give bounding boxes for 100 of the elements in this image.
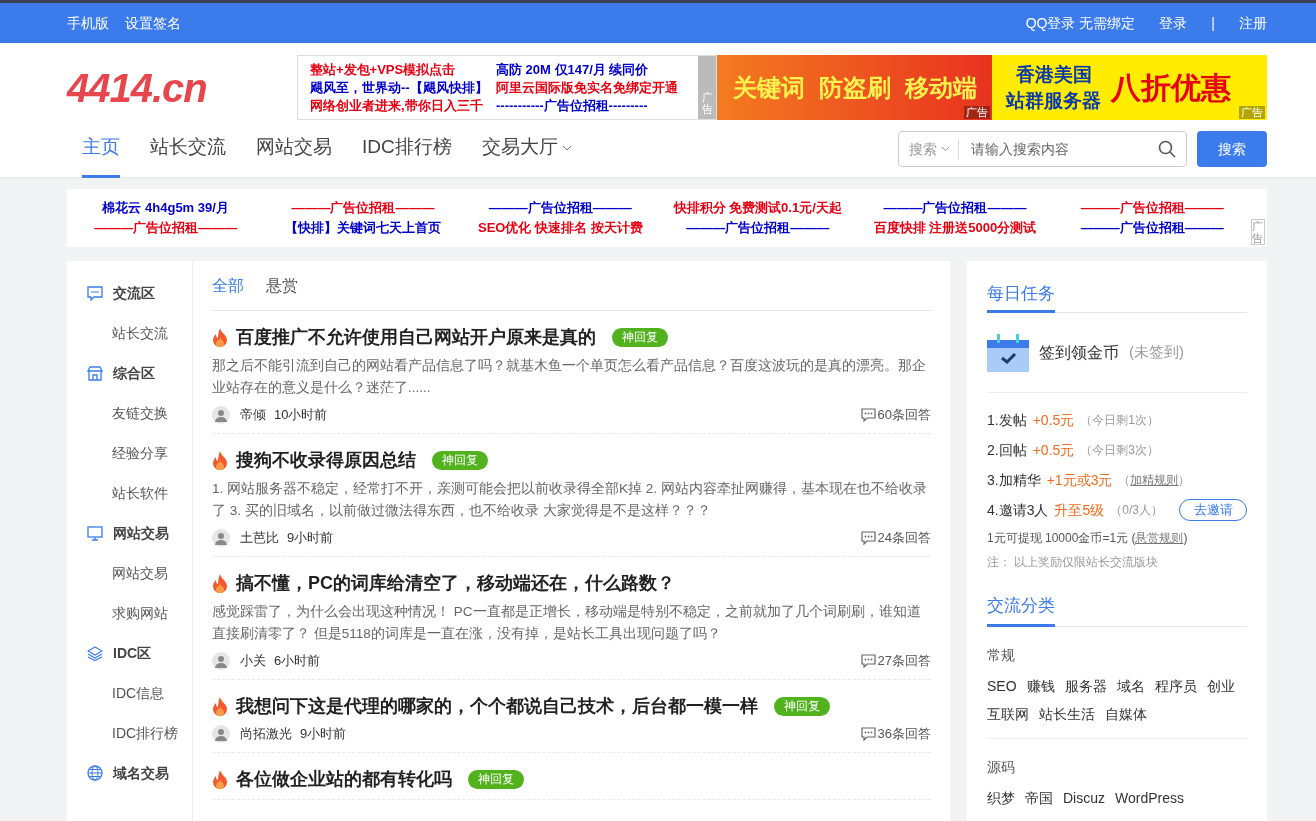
store-icon[interactable] (87, 365, 103, 381)
sidebar-item[interactable]: 求购网站 (112, 602, 168, 624)
nav-tab[interactable]: 网站交易 (256, 120, 332, 178)
ad-text[interactable]: 棉花云 4h4g5m 39/月 (102, 198, 229, 218)
flame-icon (212, 327, 228, 347)
ad-text[interactable]: -----------广告位招租--------- (496, 96, 696, 115)
banner-text: 八折优惠 (1111, 70, 1231, 106)
category-tag[interactable]: WordPress (1115, 784, 1184, 812)
category-tag[interactable]: 创业 (1206, 672, 1235, 700)
author-name[interactable]: 土芭比 (240, 528, 279, 548)
globe-icon[interactable] (87, 765, 103, 781)
ad-text[interactable]: 阿里云国际版免实名免绑定开通 (496, 78, 696, 97)
task-reward: +1元或3元 (1046, 470, 1113, 490)
avatar[interactable] (212, 725, 230, 743)
post-time: 6小时前 (274, 652, 321, 671)
ad-text[interactable]: ———广告位招租——— (883, 198, 1027, 218)
task-reward: +0.5元 (1032, 410, 1075, 430)
ad-text[interactable]: 高防 20M 仅147/月 续同价 (496, 60, 696, 79)
sidebar-section[interactable]: 综合区 (113, 362, 155, 384)
sidebar-item[interactable]: 网站交易 (112, 562, 168, 584)
category-tag[interactable]: 互联网 (987, 700, 1029, 728)
chat-icon[interactable] (87, 285, 103, 301)
ad-text[interactable]: 整站+发包+VPS模拟点击 (310, 60, 496, 79)
monitor-icon[interactable] (87, 525, 103, 541)
rule-link[interactable]: 加精规则 (1130, 473, 1179, 487)
ad-text[interactable]: 网络创业者进来,带你日入三千 (310, 96, 496, 115)
ad-text[interactable]: 快排积分 免费测试0.1元/天起 (673, 198, 842, 218)
avatar[interactable] (212, 652, 230, 670)
avatar[interactable] (212, 529, 230, 547)
category-tag[interactable]: 服务器 (1064, 672, 1107, 700)
ad-text[interactable]: 【快排】关键词七天上首页 (285, 218, 441, 238)
badge: 神回复 (432, 450, 488, 470)
text-ad[interactable]: 整站+发包+VPS模拟点击 飓风至，世界动--【飓风快排】 网络创业者进来,带你日入三千 高防 20M 仅147/月 续同价 阿里云国际版免实名免绑定开通 -----------广告位招租--------- 广告 (297, 55, 717, 120)
ad-banner[interactable]: 关键词 防盗刷 移动端 广告 (717, 55, 992, 120)
top-link[interactable]: 手机版 (67, 12, 109, 34)
checkin-status: (未签到) (1129, 342, 1184, 363)
sidebar-item[interactable]: 站长交流 (112, 322, 168, 344)
nav-tab[interactable]: IDC排行榜 (362, 120, 452, 178)
ad-text[interactable]: SEO优化 快速排名 按天计费 (477, 218, 643, 238)
top-link[interactable]: 注册 (1239, 12, 1267, 34)
note-text: ) (1183, 531, 1188, 545)
top-link[interactable]: 设置签名 (125, 12, 181, 34)
feed-tab[interactable]: 全部 (212, 261, 244, 310)
search-button[interactable]: 搜索 (1197, 131, 1267, 167)
author-name[interactable]: 尚拓激光 (240, 724, 292, 744)
feed-tab[interactable]: 悬赏 (266, 261, 298, 310)
banner-text: 关键词 (732, 72, 805, 103)
top-link[interactable]: 登录 (1159, 12, 1188, 34)
nav-tab[interactable]: 站长交流 (150, 120, 226, 178)
ad-text[interactable]: ———广告位招租——— (686, 218, 830, 238)
checkin-link[interactable]: 签到领金币 (1039, 340, 1119, 365)
sidebar-section[interactable]: 域名交易 (113, 762, 169, 784)
ad-text[interactable]: 百度快排 注册送5000分测试 (873, 218, 1037, 238)
ad-text[interactable]: ———广告位招租——— (488, 198, 632, 218)
comment-icon (860, 408, 876, 422)
layers-icon[interactable] (87, 645, 103, 661)
post-title[interactable]: 我想问下这是代理的哪家的，个个都说自己技术，后台都一模一样 (236, 692, 758, 720)
comment-icon (860, 654, 876, 668)
category-tag[interactable]: 域名 (1116, 672, 1145, 700)
category-tag[interactable]: 织梦 (987, 784, 1015, 812)
top-link[interactable]: QQ登录 无需绑定 (1025, 12, 1136, 34)
nav-tab[interactable]: 交易大厅 (481, 120, 572, 178)
category-tag[interactable]: SEO (987, 672, 1017, 700)
sidebar-section[interactable]: 交流区 (113, 282, 155, 304)
rule-link[interactable]: 悬赏规则 (1135, 531, 1184, 545)
category-tag[interactable]: 自媒体 (1105, 700, 1147, 728)
note-text: （0/3人） (1110, 503, 1163, 517)
site-logo[interactable]: 4414.cn (67, 57, 297, 118)
post-title[interactable]: 各位做企业站的都有转化吗 (236, 765, 452, 793)
post-title[interactable]: 百度推广不允许使用自己网站开户原来是真的 (236, 323, 596, 351)
category-tag[interactable]: 帝国 (1025, 784, 1053, 812)
ad-tag: 广告 (1239, 106, 1265, 119)
category-tag[interactable]: 赚钱 (1026, 672, 1055, 700)
author-name[interactable]: 帝倾 (240, 405, 266, 425)
note-text: 1元可提现 10000金币=1元 ( (987, 531, 1136, 545)
sidebar-item[interactable]: IDC信息 (112, 682, 165, 704)
post-title[interactable]: 搜狗不收录得原因总结 (236, 446, 416, 474)
author-name[interactable]: 小关 (240, 651, 266, 671)
category-tag[interactable]: 程序员 (1154, 672, 1197, 700)
sidebar-item[interactable]: IDC排行榜 (112, 722, 179, 744)
avatar[interactable] (212, 406, 230, 424)
ad-text[interactable]: ———广告位招租——— (94, 218, 238, 238)
search-icon[interactable] (1158, 140, 1176, 158)
sidebar-item[interactable]: 经验分享 (112, 442, 168, 464)
sidebar-item[interactable]: 站长软件 (112, 482, 168, 504)
post-time: 9小时前 (287, 529, 334, 548)
calendar-icon[interactable] (987, 333, 1029, 372)
category-tag[interactable]: 站长生活 (1039, 700, 1095, 728)
ad-text[interactable]: ———广告位招租——— (1080, 218, 1224, 238)
sidebar-section[interactable]: 网站交易 (113, 522, 169, 544)
ad-text[interactable]: ———广告位招租——— (291, 198, 435, 218)
sidebar-item[interactable]: 友链交换 (112, 402, 168, 424)
sidebar-section[interactable]: IDC区 (113, 642, 152, 664)
ad-text[interactable]: 飓风至，世界动--【飓风快排】 (310, 78, 496, 97)
post-excerpt: 那之后不能引流到自己的网站看产品信息了吗？就基木鱼一个单页怎么看产品信息？百度这波玩的是真的漂亮。那企业站存在的意义是什么？迷茫了...... (212, 357, 927, 397)
nav-tab[interactable]: 主页 (82, 120, 120, 178)
category-tag[interactable]: Discuz (1063, 784, 1105, 812)
ad-text[interactable]: ———广告位招租——— (1080, 198, 1224, 218)
post-title[interactable]: 搞不懂，PC的词库给清空了，移动端还在，什么路数？ (236, 569, 675, 597)
post-excerpt: 感觉踩雷了，为什么会出现这种情况！ PC一直都是正增长，移动端是特别不稳定，之前就加了几个词刷刷，谁知道直接刷清零了？ 但是5118的词库是一直在涨，没有掉，是站长工具出现问题了吗？ (212, 603, 922, 643)
